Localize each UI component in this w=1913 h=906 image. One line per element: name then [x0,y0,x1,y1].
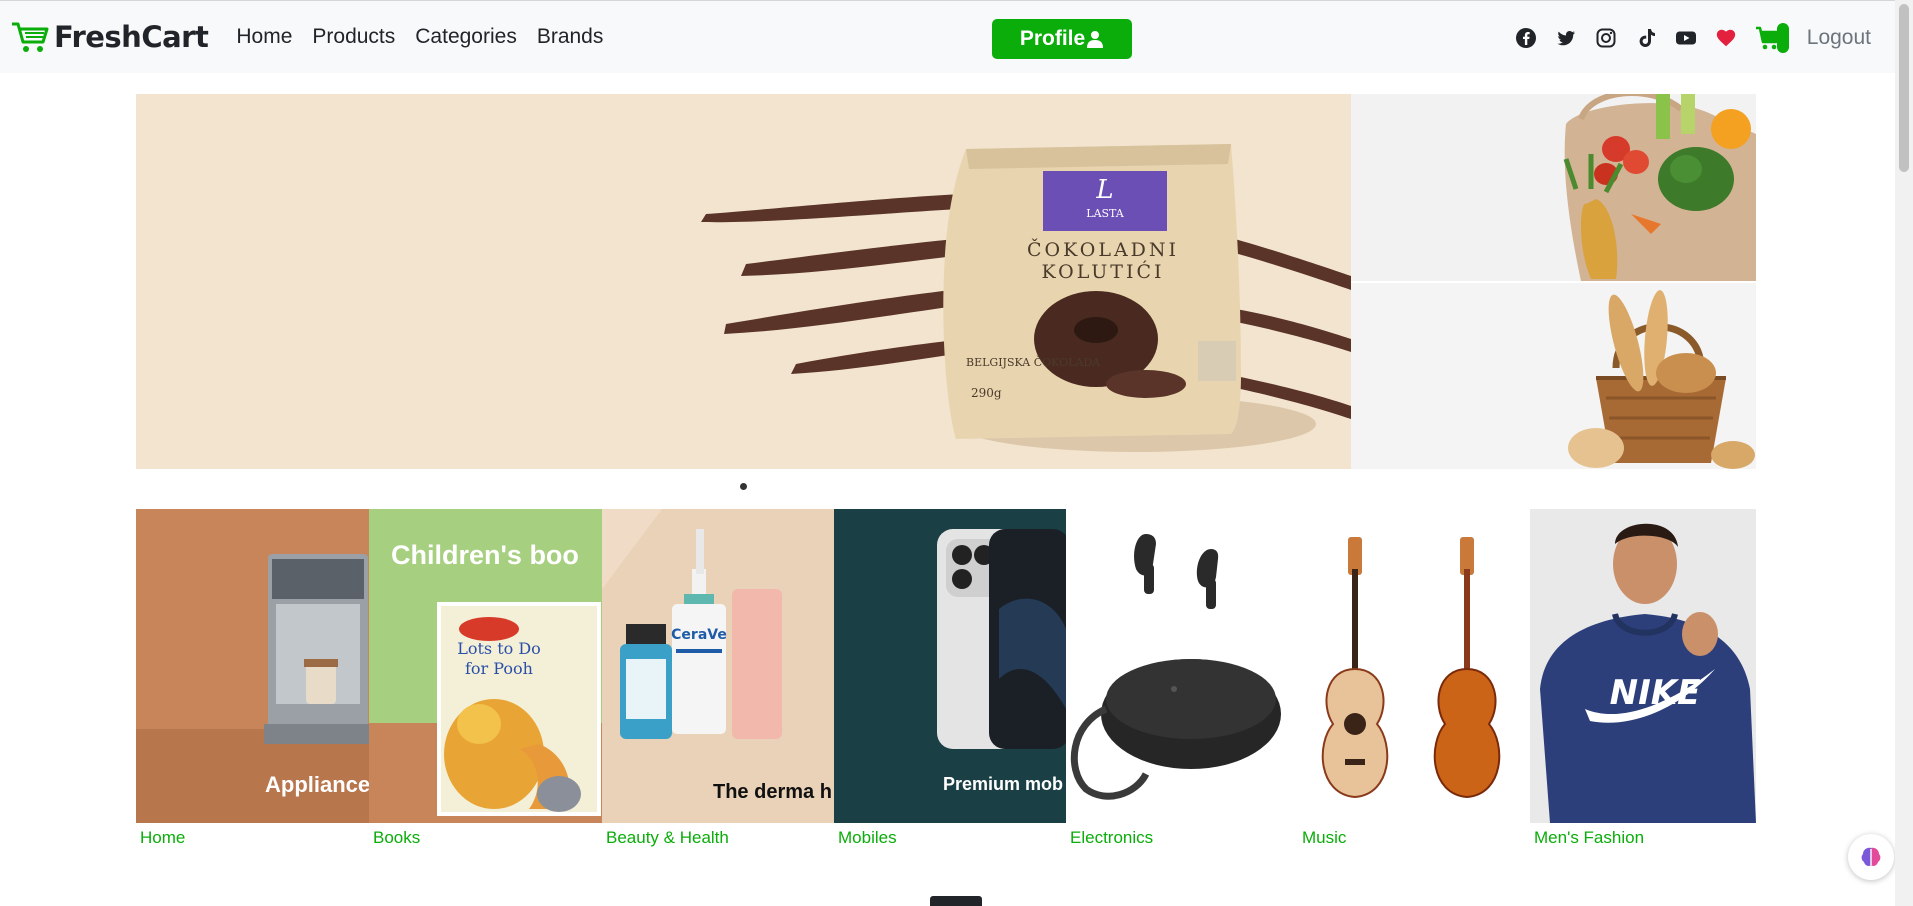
cart-count-badge [1776,22,1789,53]
category-overlay-books: Children's boo [391,540,579,570]
hero-product-name-2: KOLUTIĆI [1041,260,1164,283]
section-heading-partial [930,896,982,906]
cart-logo-icon [12,22,49,52]
hero-product-note: BELGIJSKA ČOKOLADA [966,355,1101,369]
category-card-home[interactable]: Appliances [136,509,369,823]
category-label-mobiles[interactable]: Mobiles [838,828,897,848]
svg-text:L: L [1095,175,1113,205]
category-card-music[interactable] [1298,509,1530,823]
category-label-home[interactable]: Home [140,828,185,848]
category-image-mens-fashion: NIKE [1540,523,1756,823]
brain-icon [1861,847,1881,866]
book-title-1: Lots to Do [457,639,541,658]
hero-product-weight: 290g [971,386,1002,400]
category-overlay-beauty: The derma h [713,781,832,803]
page-scrollbar[interactable] [1895,0,1913,906]
heart-icon[interactable] [1715,27,1737,49]
assistant-widget-button[interactable] [1848,834,1894,880]
category-card-mobiles[interactable]: Premium mob [834,509,1066,823]
social-links [1497,27,1737,49]
brand-name: FreshCart [54,20,209,54]
category-image-music [1321,537,1501,799]
slider-dot[interactable] [740,483,747,490]
nav-link-products[interactable]: Products [312,25,395,49]
category-card-mens-fashion[interactable]: NIKE [1530,509,1756,823]
category-card-electronics[interactable] [1066,509,1298,823]
vegetables-bag-image [1563,94,1756,281]
facebook-icon[interactable] [1515,27,1537,49]
profile-button-label: Profile [1019,27,1086,50]
bread-basket-image [1568,290,1755,469]
nav-links: Home Products Categories Brands [236,25,623,49]
category-image-beauty: CeraVe [602,509,782,739]
twitter-icon[interactable] [1555,27,1577,49]
hero-slider[interactable]: L LASTA ČOKOLADNI KOLUTIĆI BELGIJSKA ČOK… [136,94,1351,469]
category-overlay-mobiles: Premium mob [943,774,1064,794]
category-image-electronics [1070,534,1281,800]
tiktok-icon[interactable] [1635,27,1657,49]
scrollbar-thumb[interactable] [1899,4,1909,172]
user-icon [1087,31,1104,48]
category-overlay-home: Appliances [265,772,369,797]
profile-button[interactable]: Profile [992,19,1132,59]
category-label-music[interactable]: Music [1302,828,1346,848]
youtube-icon[interactable] [1675,27,1697,49]
hero-slide-image: L LASTA ČOKOLADNI KOLUTIĆI BELGIJSKA ČOK… [701,144,1351,452]
category-card-beauty[interactable]: CeraVe The derma h [602,509,834,823]
logout-link[interactable]: Logout [1807,26,1871,50]
instagram-icon[interactable] [1595,27,1617,49]
beauty-product-brand: CeraVe [671,627,727,643]
nav-link-home[interactable]: Home [236,25,292,49]
category-label-electronics[interactable]: Electronics [1070,828,1153,848]
nav-link-brands[interactable]: Brands [537,25,604,49]
category-card-books[interactable]: Lots to Do for Pooh Children's boo [369,509,602,823]
mens-fashion-brand: NIKE [1610,673,1701,713]
navbar: FreshCart Home Products Categories Brand… [0,0,1895,73]
category-label-beauty[interactable]: Beauty & Health [606,828,729,848]
category-label-books[interactable]: Books [373,828,420,848]
hero-side-vegetables[interactable] [1351,94,1756,281]
hero-product-brand: LASTA [1086,207,1125,220]
nav-link-categories[interactable]: Categories [415,25,517,49]
cart-button[interactable] [1755,22,1791,54]
category-label-mens-fashion[interactable]: Men's Fashion [1534,828,1644,848]
hero-product-name-1: ČOKOLADNI [1027,238,1179,261]
brand-logo[interactable]: FreshCart [10,20,209,54]
nav-right: Logout [1497,1,1895,74]
book-title-2: for Pooh [465,659,533,678]
hero-side-bread[interactable] [1351,283,1756,469]
